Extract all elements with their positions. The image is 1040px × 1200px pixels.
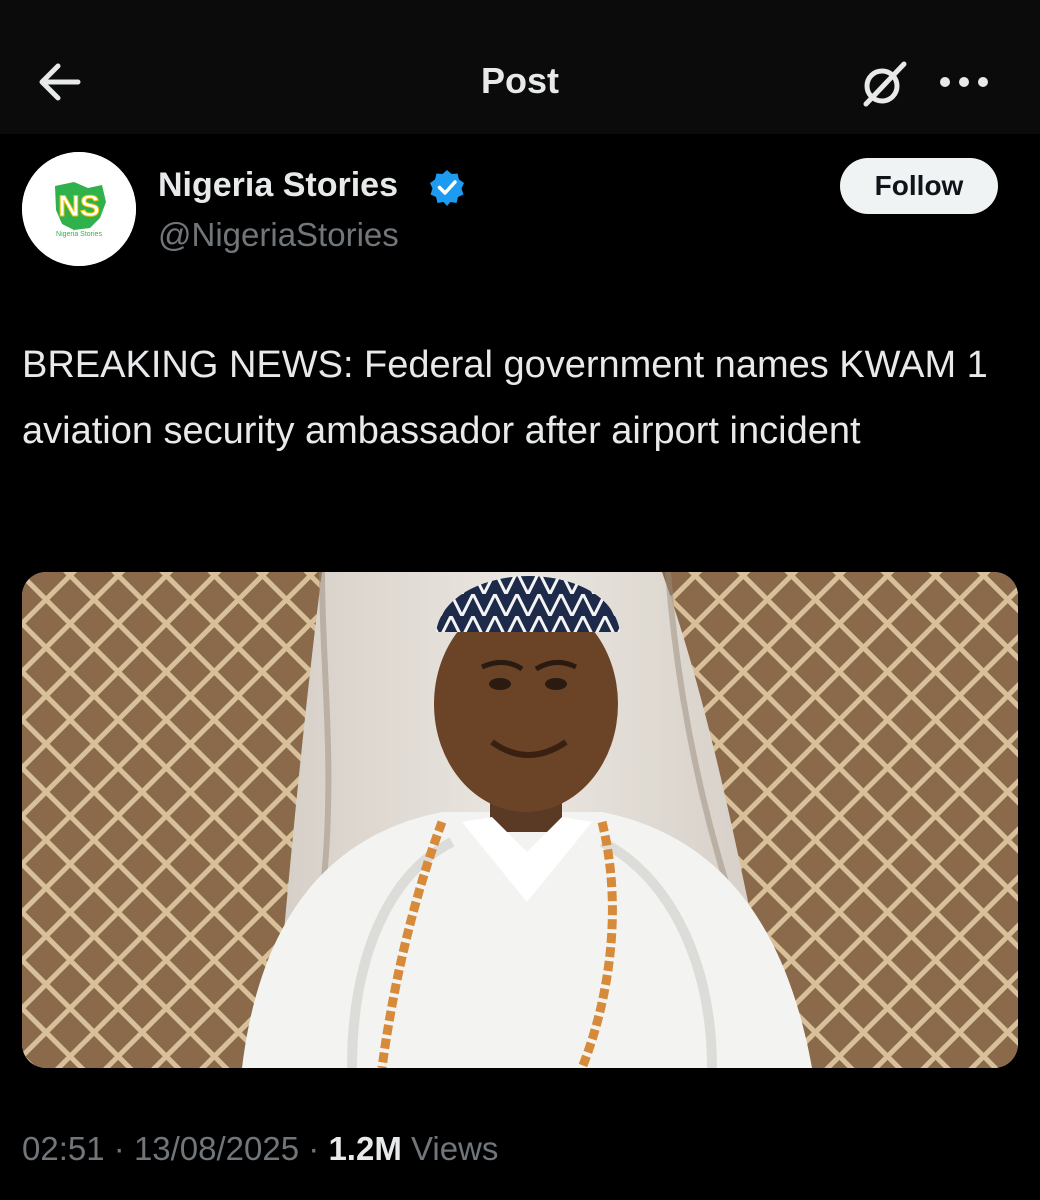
meta-separator: ·: [113, 1130, 125, 1167]
grok-icon: [863, 61, 907, 107]
views-label[interactable]: Views: [411, 1130, 498, 1167]
meta-separator: ·: [308, 1130, 320, 1167]
verified-badge-icon: [430, 170, 464, 206]
post-text: BREAKING NEWS: Federal government names …: [22, 344, 988, 452]
post-time: 02:51: [22, 1130, 105, 1167]
author-name[interactable]: Nigeria Stories: [158, 166, 398, 205]
post-media-photo[interactable]: [22, 572, 1018, 1068]
post-date: 13/08/2025: [133, 1130, 300, 1167]
svg-text:Nigeria Stories: Nigeria Stories: [56, 231, 102, 238]
author-avatar[interactable]: NS Nigeria Stories: [22, 152, 136, 266]
svg-text:NS: NS: [58, 190, 100, 223]
more-options-button[interactable]: [936, 62, 992, 102]
post-meta: 02:51 · 13/08/2025 · 1.2M Views: [22, 1130, 498, 1168]
top-bar: Post: [0, 0, 1040, 134]
photo-portrait: [22, 572, 1018, 1068]
grok-button[interactable]: [858, 58, 910, 110]
follow-button[interactable]: Follow: [840, 158, 998, 214]
views-count[interactable]: 1.2M: [328, 1130, 401, 1167]
author-handle[interactable]: @NigeriaStories: [158, 216, 399, 254]
more-horizontal-icon: [940, 77, 988, 87]
nigeria-stories-logo: NS Nigeria Stories: [22, 152, 136, 266]
